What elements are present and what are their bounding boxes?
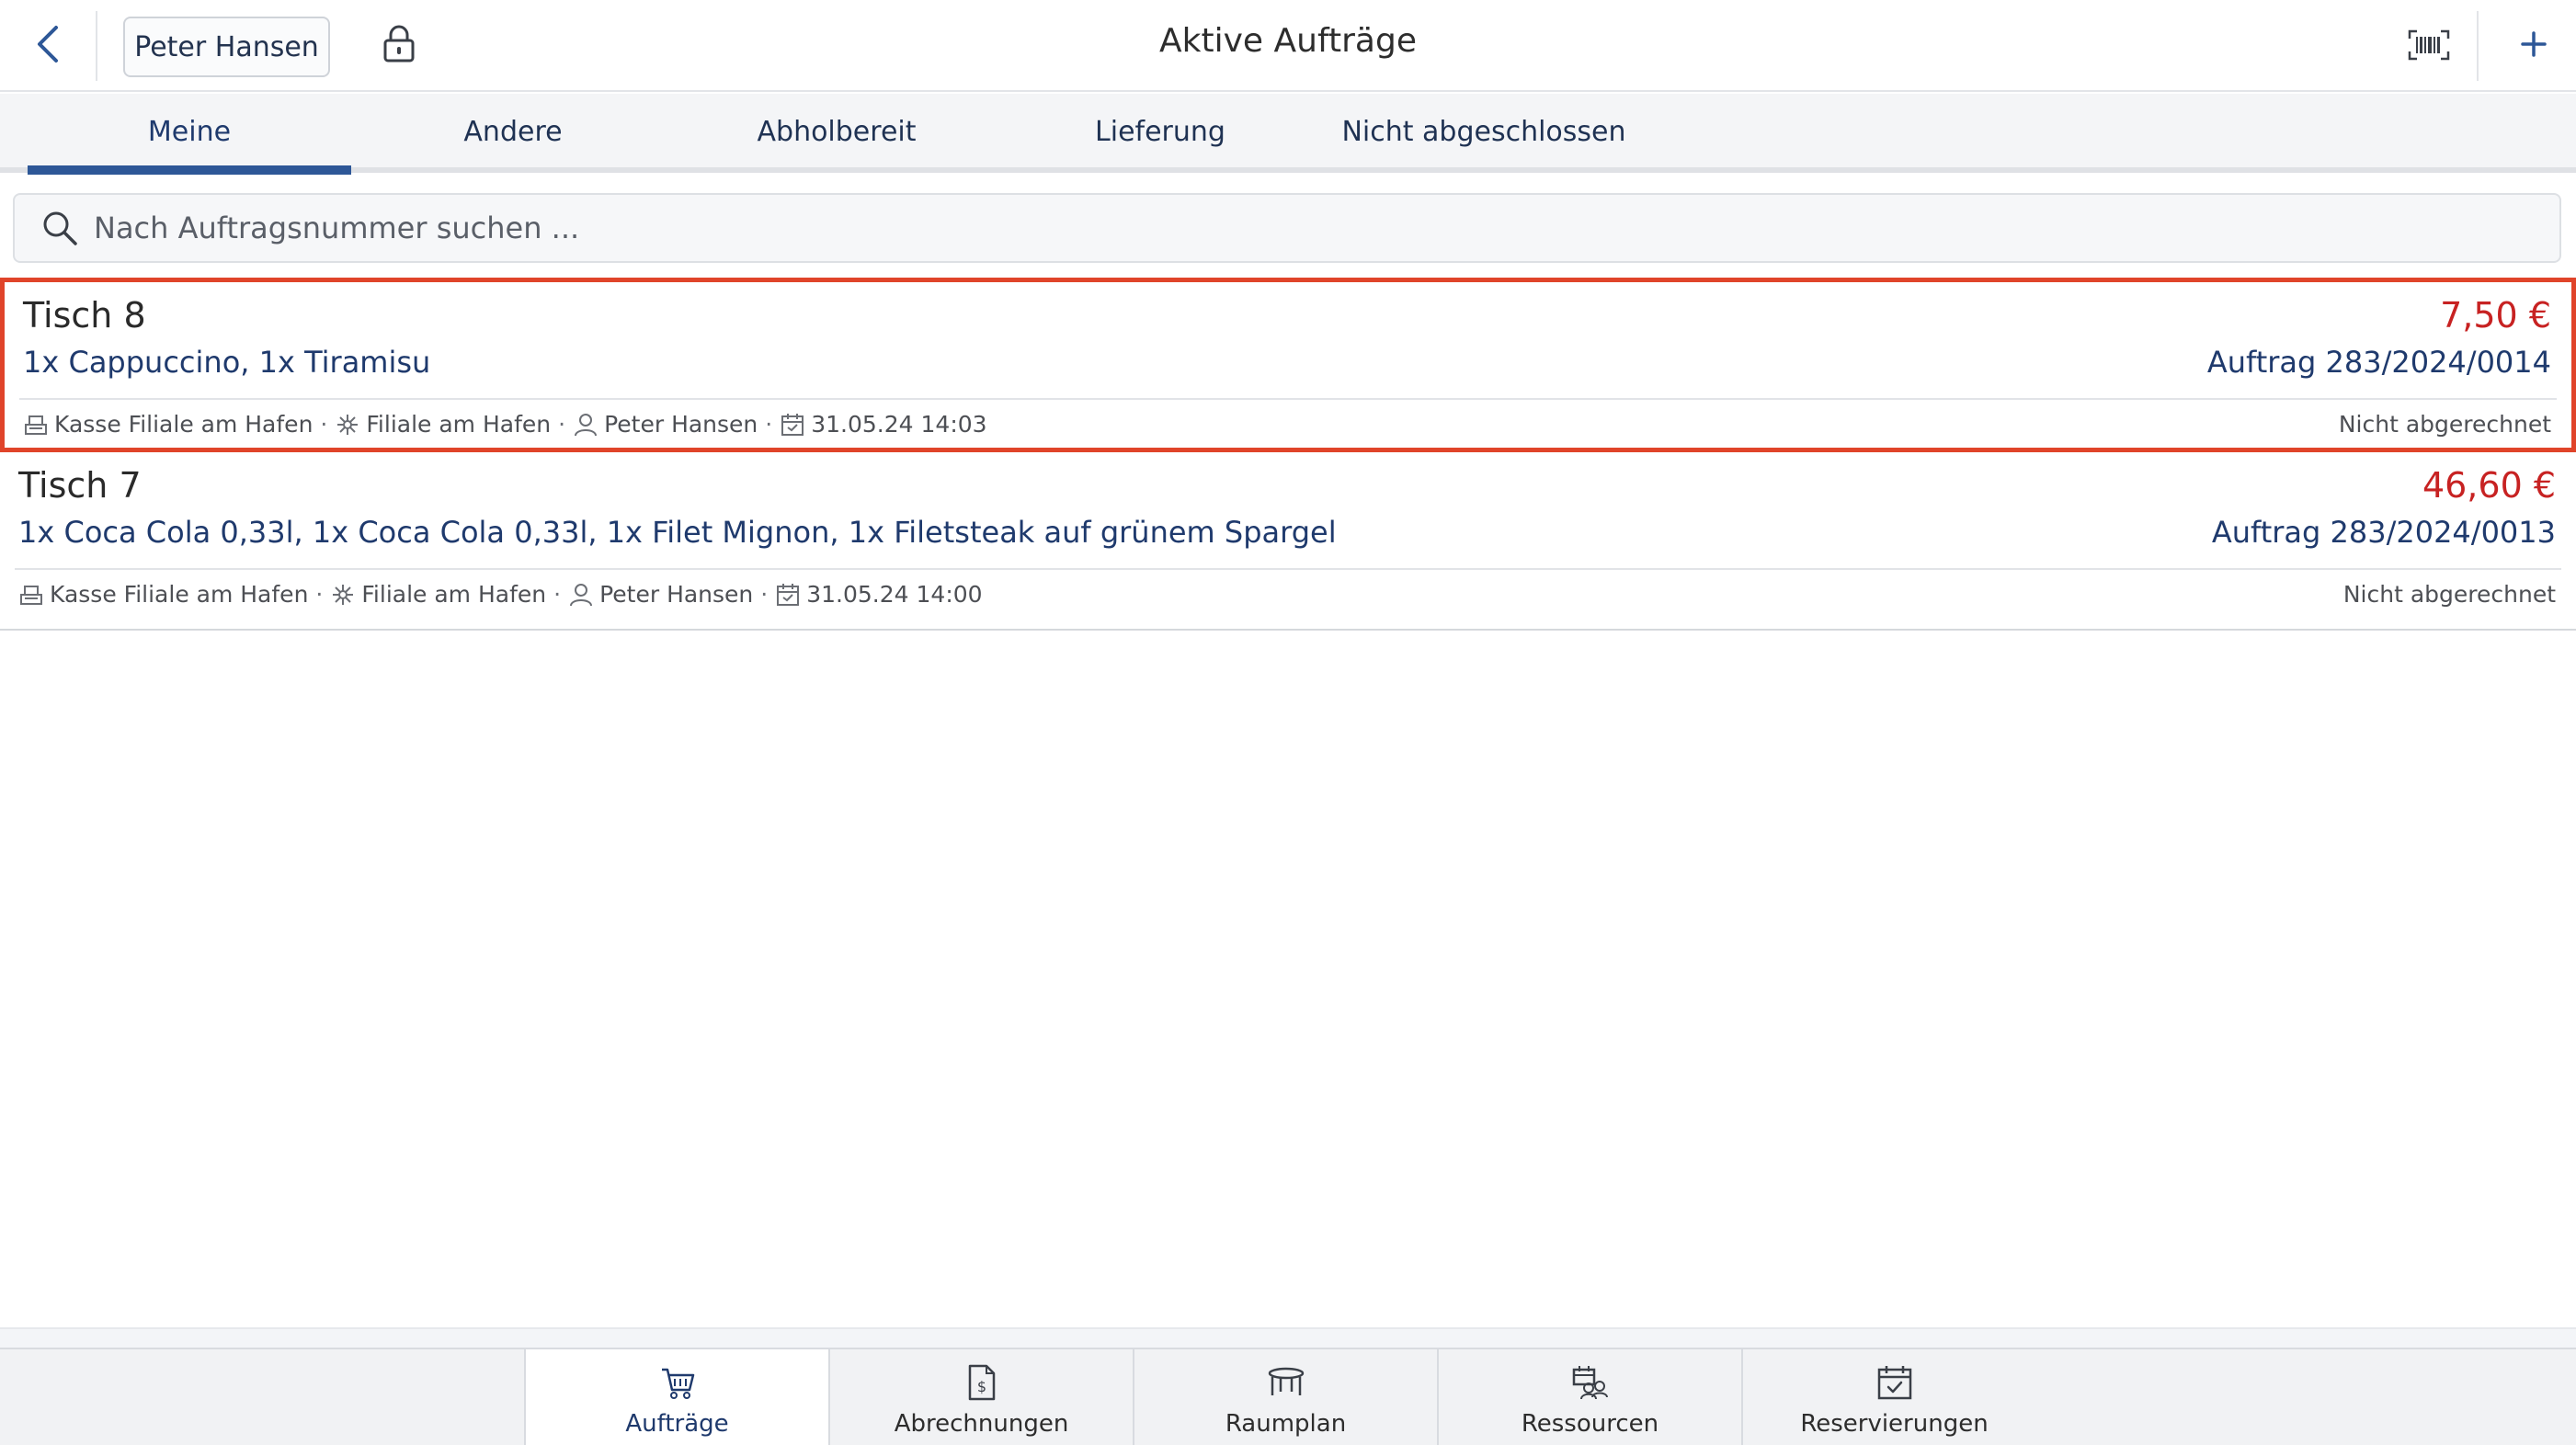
order-register: Kasse Filiale am Hafen [50,581,309,608]
user-icon [568,582,594,608]
meta-separator: · [553,581,562,608]
bottom-navigation: Aufträge $ Abrechnungen Raumplan Ressour… [0,1348,2576,1445]
order-price: 46,60 € [2422,465,2556,506]
order-table: Tisch 7 [18,465,142,506]
meta-separator: · [765,411,773,438]
order-datetime: 31.05.24 14:00 [806,581,983,608]
meta-separator: · [558,411,566,438]
active-tab-indicator [28,165,351,175]
list-end-divider [0,629,2576,631]
nav-label: Aufträge [625,1410,729,1438]
order-meta: Kasse Filiale am Hafen · Filiale am Hafe… [18,581,983,608]
user-icon [573,412,598,438]
resources-icon [1570,1362,1611,1403]
top-bar: Peter Hansen Aktive Aufträge [0,0,2576,92]
nav-label: Raumplan [1225,1410,1347,1438]
order-datetime: 31.05.24 14:03 [811,411,987,438]
order-waiter: Peter Hansen [604,411,758,438]
order-branch: Filiale am Hafen [366,411,552,438]
order-row[interactable]: Tisch 8 7,50 € 1x Cappuccino, 1x Tiramis… [0,278,2576,452]
nav-label: Reservierungen [1800,1410,1989,1438]
branch-icon [335,412,360,438]
nav-reservierungen[interactable]: Reservierungen [1741,1349,2046,1445]
order-row[interactable]: Tisch 7 46,60 € 1x Coca Cola 0,33l, 1x C… [0,452,2576,627]
meta-separator: · [315,581,324,608]
svg-text:$: $ [976,1378,986,1395]
nav-separator [0,1327,2576,1348]
order-register: Kasse Filiale am Hafen [54,411,313,438]
invoice-icon: $ [962,1362,1002,1403]
order-status: Nicht abgerechnet [2338,411,2551,438]
register-icon [23,412,49,438]
barcode-icon [2408,29,2450,64]
tab-nicht-abgeschlossen[interactable]: Nicht abgeschlossen [1322,94,1646,169]
search-icon [39,207,81,249]
order-status: Nicht abgerechnet [2342,581,2556,608]
nav-label: Ressourcen [1521,1410,1659,1438]
nav-abrechnungen[interactable]: $ Abrechnungen [828,1349,1133,1445]
header-divider [2477,11,2479,81]
branch-icon [330,582,356,608]
tab-meine[interactable]: Meine [28,94,351,169]
meta-separator: · [320,411,328,438]
row-divider [19,398,2557,400]
search-input[interactable] [94,200,2484,256]
barcode-scan-button[interactable] [2403,24,2455,70]
register-icon [18,582,44,608]
nav-ressourcen[interactable]: Ressourcen [1437,1349,1741,1445]
meta-separator: · [760,581,769,608]
add-order-button[interactable] [2506,18,2561,74]
calendar-icon [775,582,801,608]
order-number: Auftrag 283/2024/0014 [2206,345,2551,380]
calendar-icon [780,412,805,438]
nav-auftraege[interactable]: Aufträge [524,1349,828,1445]
order-table: Tisch 8 [23,295,146,336]
plus-icon [2520,30,2548,62]
order-waiter: Peter Hansen [599,581,754,608]
tab-andere[interactable]: Andere [351,94,675,169]
calendar-check-icon [1875,1362,1915,1403]
basket-icon [657,1362,698,1403]
order-branch: Filiale am Hafen [361,581,547,608]
tab-bar: Meine Andere Abholbereit Lieferung Nicht… [0,94,2576,175]
search-bar [13,193,2561,263]
nav-raumplan[interactable]: Raumplan [1133,1349,1437,1445]
order-items: 1x Cappuccino, 1x Tiramisu [23,345,431,380]
order-meta: Kasse Filiale am Hafen · Filiale am Hafe… [23,411,987,438]
nav-label: Abrechnungen [894,1410,1069,1438]
tab-abholbereit[interactable]: Abholbereit [675,94,998,169]
tab-lieferung[interactable]: Lieferung [998,94,1322,169]
row-divider [15,568,2561,570]
order-number: Auftrag 283/2024/0013 [2211,515,2556,550]
order-price: 7,50 € [2440,295,2551,336]
table-icon [1266,1362,1306,1403]
order-items: 1x Coca Cola 0,33l, 1x Coca Cola 0,33l, … [18,515,1337,550]
page-title: Aktive Aufträge [1159,22,1417,60]
